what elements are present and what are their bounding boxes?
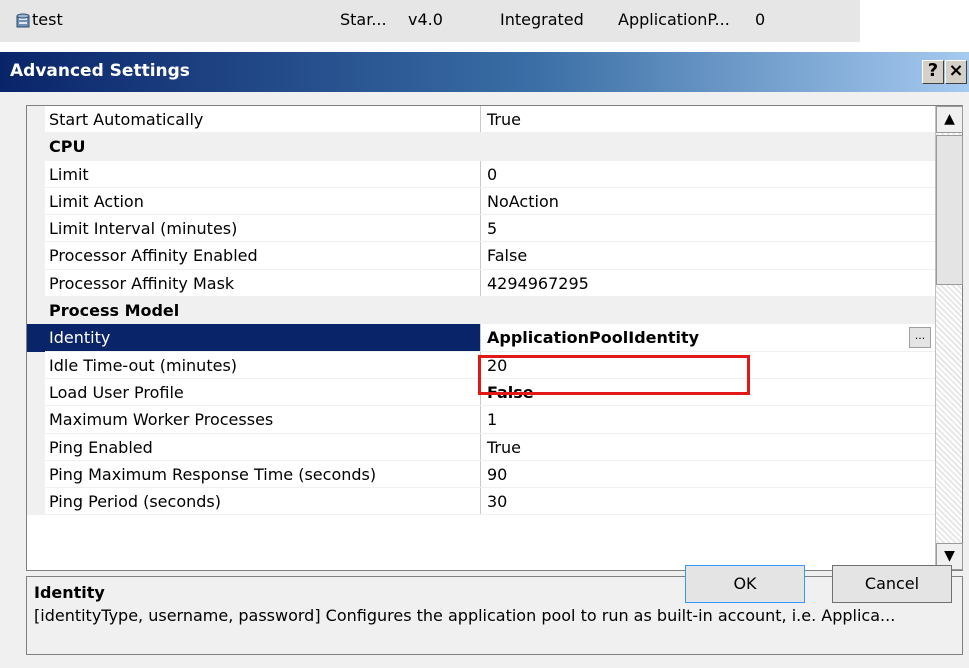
property-value[interactable]: False — [482, 379, 935, 406]
property-grid: Start AutomaticallyTrue⊟CPULimit0Limit A… — [26, 105, 963, 571]
description-text: [identityType, username, password] Confi… — [34, 606, 896, 625]
property-row[interactable]: Processor Affinity Mask 4294967295 — [27, 269, 935, 298]
property-value[interactable]: 4294967295 — [482, 270, 935, 297]
property-row[interactable]: Ping Maximum Response Time (seconds) 90 — [27, 460, 935, 489]
property-value[interactable]: 0 — [482, 161, 935, 188]
advanced-settings-dialog: Advanced Settings ? × Start Automaticall… — [0, 52, 969, 668]
property-row[interactable]: Limit Action NoAction — [27, 187, 935, 216]
property-name: Idle Time-out (minutes) — [27, 351, 481, 379]
property-row[interactable]: Maximum Worker Processes 1 — [27, 406, 935, 434]
property-row[interactable]: Load User Profile False — [27, 378, 935, 407]
property-value[interactable]: False — [482, 242, 935, 269]
category-label: CPU — [27, 133, 935, 161]
property-name: Limit Action — [27, 187, 481, 216]
property-row[interactable]: Identity ApplicationPoolIdentity... — [27, 324, 935, 352]
property-name: Ping Maximum Response Time (seconds) — [27, 460, 481, 489]
category-row[interactable]: ⊟CPU — [27, 133, 935, 161]
property-row[interactable]: Limit 0 — [27, 160, 935, 188]
property-row[interactable]: Processor Affinity Enabled False — [27, 242, 935, 270]
property-name: Limit — [27, 160, 481, 188]
property-row[interactable]: Start Automatically True — [27, 106, 935, 134]
dialog-title: Advanced Settings — [10, 61, 190, 81]
description-title: Identity — [34, 583, 105, 602]
property-value[interactable]: 30 — [482, 488, 935, 515]
property-value[interactable]: 1 — [482, 406, 935, 433]
property-value[interactable]: ApplicationPoolIdentity — [482, 324, 935, 351]
app-pool-status: Star... — [340, 10, 387, 29]
app-pool-icon — [16, 13, 30, 28]
browse-button[interactable]: ... — [909, 327, 931, 349]
property-name: Processor Affinity Enabled — [27, 242, 481, 270]
app-pool-framework: v4.0 — [408, 10, 443, 29]
property-name: Maximum Worker Processes — [27, 406, 481, 434]
property-name: Load User Profile — [27, 378, 481, 407]
title-bar[interactable]: Advanced Settings ? × — [0, 52, 969, 92]
property-value[interactable]: True — [482, 106, 935, 133]
row-divider — [45, 514, 935, 516]
property-row[interactable]: Limit Interval (minutes) 5 — [27, 215, 935, 243]
scroll-up-button[interactable]: ▲ — [936, 106, 963, 133]
vertical-scrollbar[interactable]: ▲ ▼ — [935, 106, 963, 570]
property-value[interactable]: 20 — [482, 352, 935, 379]
property-name: Identity — [27, 324, 481, 352]
app-pool-pipeline: Integrated — [500, 10, 584, 29]
app-pool-name: test — [32, 10, 63, 29]
scroll-thumb[interactable] — [936, 135, 963, 285]
property-name: Limit Interval (minutes) — [27, 215, 481, 243]
property-name: Start Automatically — [27, 106, 481, 134]
app-pool-applications: 0 — [755, 10, 766, 29]
category-label: Process Model — [27, 297, 935, 325]
ok-button[interactable]: OK — [685, 565, 805, 603]
property-value[interactable]: NoAction — [482, 188, 935, 215]
property-rows: Start AutomaticallyTrue⊟CPULimit0Limit A… — [27, 106, 935, 570]
property-value[interactable]: 5 — [482, 215, 935, 242]
description-panel: Identity [identityType, username, passwo… — [26, 576, 963, 655]
app-pool-identity: ApplicationP... — [618, 10, 730, 29]
property-value[interactable]: True — [482, 434, 935, 461]
category-row[interactable]: ⊟Process Model — [27, 297, 935, 325]
property-row[interactable]: Idle Time-out (minutes) 20 — [27, 351, 935, 379]
property-name: Ping Period (seconds) — [27, 488, 481, 516]
property-name: Processor Affinity Mask — [27, 269, 481, 298]
cancel-button[interactable]: Cancel — [832, 565, 952, 603]
app-pool-list-row[interactable]: test Star... v4.0 Integrated Application… — [0, 0, 860, 42]
property-row[interactable]: Ping Period (seconds) 30 — [27, 488, 935, 516]
close-button[interactable]: × — [945, 60, 967, 84]
property-row[interactable]: Ping Enabled True — [27, 433, 935, 461]
property-name: Ping Enabled — [27, 433, 481, 461]
property-value[interactable]: 90 — [482, 461, 935, 488]
help-button[interactable]: ? — [922, 60, 944, 84]
